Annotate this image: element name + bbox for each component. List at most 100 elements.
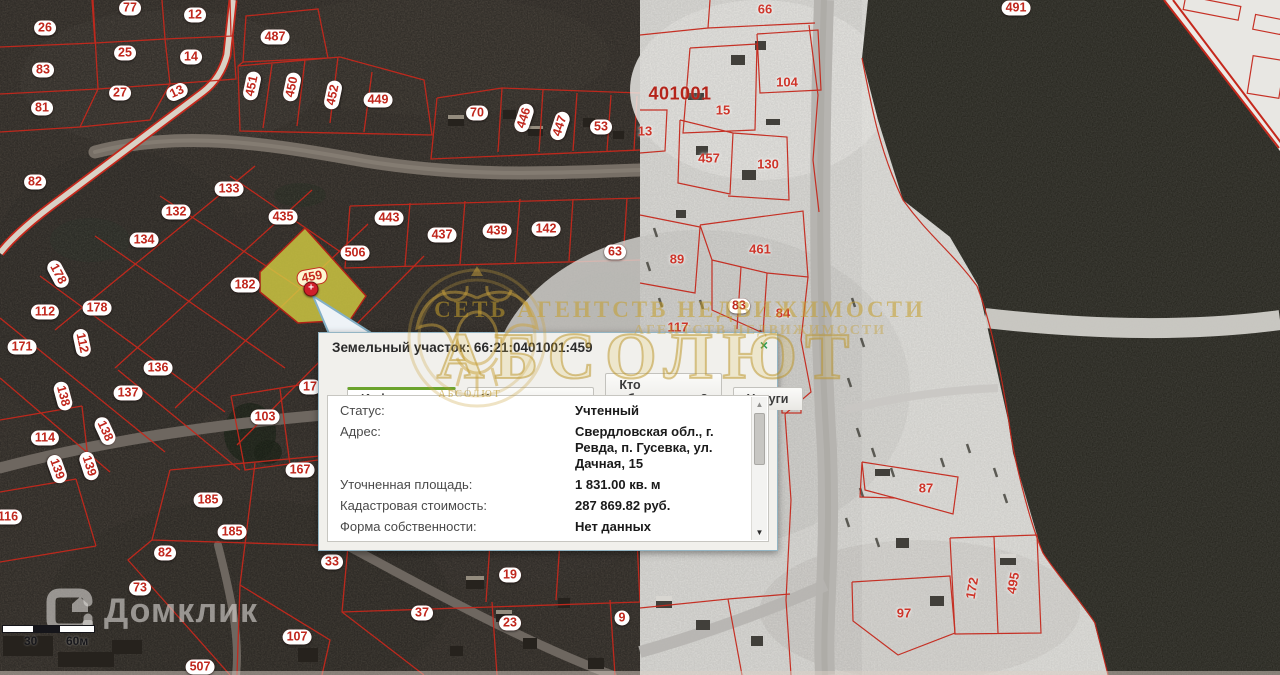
parcel-label-84[interactable]: 84	[776, 306, 790, 321]
domclick-logo-text: Домклик	[104, 591, 259, 630]
info-row-value: Нет данных	[575, 519, 651, 534]
parcel-label-70[interactable]: 70	[466, 105, 488, 121]
parcel-label-23[interactable]: 23	[499, 615, 521, 631]
parcel-label-182[interactable]: 182	[230, 277, 260, 293]
parcel-label-19[interactable]: 19	[499, 567, 521, 583]
parcel-label-171[interactable]: 171	[7, 339, 37, 355]
parcel-label-130[interactable]: 130	[757, 157, 779, 172]
parcel-label-37[interactable]: 37	[411, 605, 433, 621]
parcel-label-443[interactable]: 443	[374, 210, 404, 226]
info-row: Уточненная площадь: 1 831.00 кв. м	[328, 477, 768, 493]
scale-end-label: 60м	[66, 634, 89, 648]
parcel-label-13[interactable]: 13	[163, 80, 191, 104]
parcel-label-81[interactable]: 81	[31, 100, 53, 116]
parcel-label-450[interactable]: 450	[281, 71, 303, 103]
parcel-label-461[interactable]: 461	[749, 242, 771, 257]
parcel-label-82[interactable]: 82	[24, 174, 46, 190]
parcel-label-112[interactable]: 112	[30, 304, 60, 320]
scrollbar-thumb[interactable]	[754, 413, 765, 465]
parcel-label-12[interactable]: 12	[184, 7, 206, 23]
info-row-label: Уточненная площадь:	[340, 477, 473, 492]
parcel-label-27[interactable]: 27	[109, 85, 131, 101]
parcel-label-104[interactable]: 104	[776, 75, 798, 90]
parcel-label-451[interactable]: 451	[241, 70, 263, 102]
parcel-label-139[interactable]: 139	[77, 449, 101, 483]
info-row-label: Кадастровая стоимость:	[340, 498, 487, 513]
info-row: Кадастровая стоимость: 287 869.82 руб.	[328, 498, 768, 514]
parcel-label-167[interactable]: 167	[285, 462, 315, 478]
parcel-label-507[interactable]: 507	[185, 659, 215, 675]
parcel-label-138[interactable]: 138	[52, 380, 74, 412]
parcel-label-107[interactable]: 107	[282, 629, 312, 645]
parcel-label-25[interactable]: 25	[114, 45, 136, 61]
selected-parcel-marker-icon[interactable]: +	[303, 281, 319, 297]
parcel-label-449[interactable]: 449	[363, 92, 393, 108]
close-icon[interactable]: ×	[760, 337, 768, 353]
parcel-label-82[interactable]: 82	[154, 545, 176, 561]
parcel-label-435[interactable]: 435	[268, 209, 298, 225]
info-row: Статус: Учтенный	[328, 403, 768, 419]
parcel-label-77[interactable]: 77	[119, 0, 141, 16]
info-row-label: Форма собственности:	[340, 519, 477, 534]
parcel-label-112[interactable]: 112	[71, 327, 93, 359]
info-row-value: 287 869.82 руб.	[575, 498, 671, 513]
info-row: Адрес: Свердловская обл., г. Ревда, п. Гу…	[328, 424, 768, 472]
scale-mid-label: 30	[24, 634, 38, 648]
parcel-label-14[interactable]: 14	[180, 49, 202, 65]
parcel-label-89[interactable]: 89	[670, 252, 684, 267]
parcel-label-63[interactable]: 63	[604, 244, 626, 260]
parcel-label-66[interactable]: 66	[758, 2, 772, 17]
parcel-label-401001[interactable]: 401001	[648, 84, 711, 105]
parcel-label-185[interactable]: 185	[193, 492, 223, 508]
parcel-label-491[interactable]: 491	[1001, 0, 1031, 16]
parcel-label-114[interactable]: 114	[30, 430, 60, 446]
parcel-label-142[interactable]: 142	[531, 221, 561, 237]
scroll-down-icon[interactable]: ▼	[752, 528, 767, 537]
parcel-label-185[interactable]: 185	[217, 524, 247, 540]
popup-content: Статус: Учтенный Адрес: Свердловская обл., …	[327, 395, 769, 542]
parcel-label-13[interactable]: 13	[638, 124, 652, 139]
scroll-up-icon[interactable]: ▲	[752, 400, 767, 409]
scrollbar[interactable]: ▲ ▼	[751, 397, 767, 540]
parcel-label-15[interactable]: 15	[716, 103, 730, 118]
parcel-label-53[interactable]: 53	[590, 119, 612, 135]
parcel-label-446[interactable]: 446	[512, 101, 536, 135]
info-row-value: Учтенный	[575, 403, 640, 418]
parcel-label-437[interactable]: 437	[427, 227, 457, 243]
parcel-label-138[interactable]: 138	[92, 414, 118, 448]
parcel-label-136[interactable]: 136	[143, 360, 173, 376]
parcel-label-178[interactable]: 178	[44, 257, 72, 291]
parcel-label-439[interactable]: 439	[482, 223, 512, 239]
parcel-label-103[interactable]: 103	[250, 409, 280, 425]
parcel-label-457[interactable]: 457	[698, 151, 720, 166]
scale-bar: 30 60м	[2, 622, 102, 648]
cadastral-map-app: 26 77 12 487 25 14 83 27 13 81 451 450 452 449 70 446 44…	[0, 0, 1280, 675]
info-rows: Статус: Учтенный Адрес: Свердловская обл., …	[328, 396, 768, 541]
parcel-label-447[interactable]: 447	[548, 109, 572, 143]
parcel-label-172[interactable]: 172	[963, 576, 982, 600]
parcel-label-134[interactable]: 134	[129, 232, 159, 248]
info-row: Форма собственности: Нет данных	[328, 519, 768, 535]
parcel-label-487[interactable]: 487	[260, 29, 290, 45]
parcel-label-506[interactable]: 506	[340, 245, 370, 261]
parcel-label-116[interactable]: 116	[0, 509, 23, 525]
parcel-label-97[interactable]: 97	[897, 606, 911, 621]
parcel-label-452[interactable]: 452	[322, 79, 344, 111]
info-row-label: Статус:	[340, 403, 385, 418]
parcel-label-83[interactable]: 83	[728, 298, 750, 314]
parcel-label-495[interactable]: 495	[1004, 571, 1023, 595]
info-row-label: Адрес:	[340, 424, 381, 439]
parcel-label-132[interactable]: 132	[161, 204, 191, 220]
parcel-label-26[interactable]: 26	[34, 20, 56, 36]
parcel-label-9[interactable]: 9	[614, 610, 630, 626]
info-row-value: 1 831.00 кв. м	[575, 477, 661, 492]
info-row-value: Свердловская обл., г. Ревда, п. Гусевка,…	[575, 424, 714, 471]
parcel-label-33[interactable]: 33	[321, 554, 343, 570]
parcel-label-137[interactable]: 137	[113, 385, 143, 401]
popup-title: Земельный участок: 66:21:0401001:459	[332, 340, 593, 355]
parcel-label-139[interactable]: 139	[45, 452, 69, 486]
parcel-label-83[interactable]: 83	[32, 62, 54, 78]
parcel-label-133[interactable]: 133	[214, 181, 244, 197]
parcel-label-87[interactable]: 87	[919, 481, 933, 496]
parcel-label-178[interactable]: 178	[82, 300, 112, 316]
